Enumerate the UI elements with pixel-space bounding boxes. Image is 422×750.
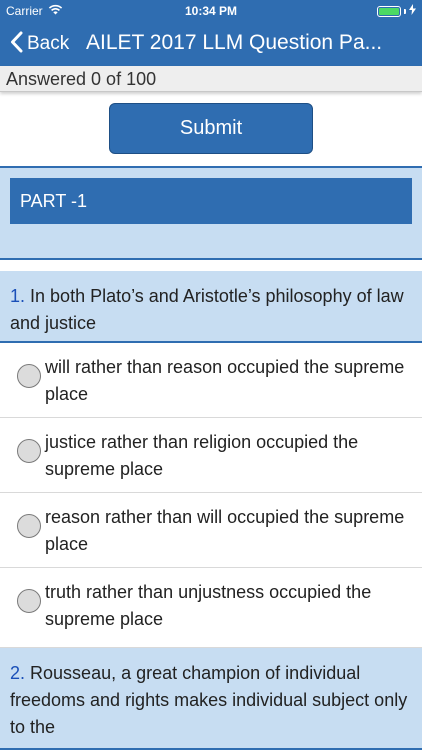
radio-button[interactable] <box>17 589 41 613</box>
page-title: AILET 2017 LLM Question Pa... <box>86 31 383 54</box>
question-text: Rousseau, a great champion of individual… <box>10 663 408 737</box>
answer-option-4[interactable]: truth rather than unjustness occupied th… <box>0 568 422 648</box>
question-number: 2. <box>10 663 26 683</box>
part-section: PART -1 <box>0 166 422 260</box>
option-text: justice rather than religion occupied th… <box>45 432 359 479</box>
radio-button[interactable] <box>17 439 41 463</box>
charging-bolt-icon <box>409 4 416 18</box>
navigation-bar: Back AILET 2017 LLM Question Pa... <box>0 22 422 66</box>
question-text: In both Plato’s and Aristotle’s philosop… <box>10 286 404 333</box>
answer-option-2[interactable]: justice rather than religion occupied th… <box>0 418 422 493</box>
battery-tip <box>404 8 406 14</box>
submit-button[interactable]: Submit <box>109 103 313 154</box>
option-text: will rather than reason occupied the sup… <box>45 357 405 404</box>
answer-option-1[interactable]: will rather than reason occupied the sup… <box>0 343 422 418</box>
question-1: 1. In both Plato’s and Aristotle’s philo… <box>0 271 422 343</box>
back-button[interactable]: Back <box>10 30 69 58</box>
question-2: 2. Rousseau, a great champion of individ… <box>0 648 422 750</box>
part-header: PART -1 <box>10 178 412 224</box>
chevron-left-icon <box>10 31 23 58</box>
battery-icon <box>377 5 401 17</box>
option-text: truth rather than unjustness occupied th… <box>45 582 372 629</box>
answer-option-3[interactable]: reason rather than will occupied the sup… <box>0 493 422 568</box>
radio-button[interactable] <box>17 514 41 538</box>
progress-bar: Answered 0 of 100 <box>0 66 422 92</box>
answered-count: Answered 0 of 100 <box>6 69 157 89</box>
radio-button[interactable] <box>17 364 41 388</box>
status-right <box>377 4 416 18</box>
question-number: 1. <box>10 286 26 306</box>
status-time: 10:34 PM <box>184 4 238 18</box>
back-label: Back <box>27 33 70 54</box>
status-bar: Carrier 10:34 PM <box>0 0 422 22</box>
option-text: reason rather than will occupied the sup… <box>45 507 405 554</box>
battery-fill <box>379 7 399 15</box>
